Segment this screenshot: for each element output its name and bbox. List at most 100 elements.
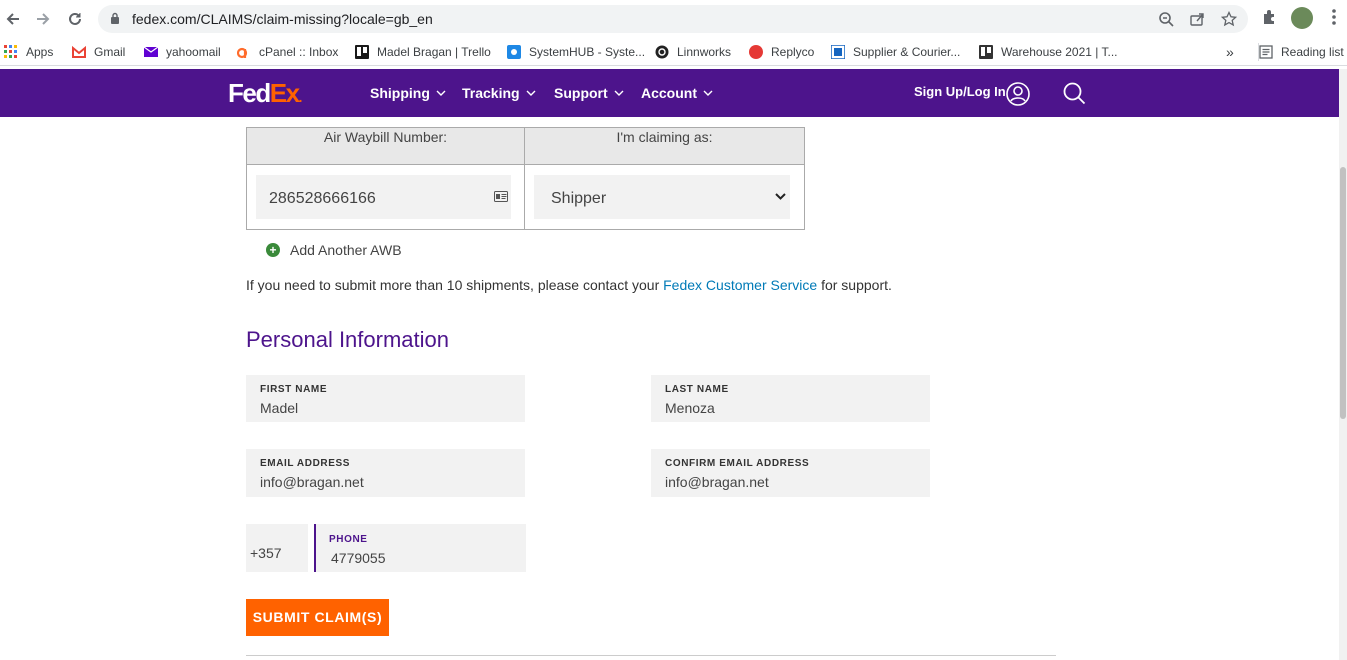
awb-table: Air Waybill Number: I'm claiming as: 286… <box>246 127 805 230</box>
chevron-down-icon <box>703 90 713 96</box>
more-bookmarks-icon: » <box>1226 44 1234 60</box>
bookmark-gmail[interactable]: Gmail <box>72 43 125 61</box>
bookmark-replyco[interactable]: Replyco <box>749 43 814 61</box>
trello-icon <box>355 45 369 59</box>
phone-value: 4779055 <box>331 550 386 566</box>
bookmark-label: Replyco <box>771 45 815 59</box>
email-field[interactable]: EMAIL ADDRESS info@bragan.net <box>246 449 525 497</box>
email-value: info@bragan.net <box>260 474 364 490</box>
confirm-email-label: CONFIRM EMAIL ADDRESS <box>665 458 810 469</box>
address-bar[interactable]: fedex.com/CLAIMS/claim-missing?locale=gb… <box>98 5 1248 33</box>
more-bookmarks-button[interactable]: » <box>1226 43 1234 61</box>
fedex-logo[interactable]: FedEx. <box>228 78 303 111</box>
nav-support[interactable]: Support <box>554 85 624 101</box>
yahoo-mail-icon <box>144 46 158 57</box>
notice-text-after: for support. <box>817 277 892 293</box>
profile-avatar[interactable] <box>1291 7 1313 29</box>
reading-list-icon <box>1259 45 1273 59</box>
first-name-field[interactable]: FIRST NAME Madel <box>246 375 525 422</box>
reading-list-button[interactable]: Reading list <box>1258 43 1344 61</box>
logo-ex: Ex <box>269 78 300 108</box>
bookmark-label: Warehouse 2021 | T... <box>1001 45 1118 59</box>
page-scrollbar[interactable] <box>1339 69 1347 660</box>
nav-account[interactable]: Account <box>641 85 713 101</box>
awb-number-input[interactable]: 286528666166 <box>256 175 511 219</box>
section-divider <box>246 655 1056 656</box>
phone-label: PHONE <box>329 534 368 545</box>
bookmark-systemhub[interactable]: SystemHUB - Syste... <box>507 43 645 61</box>
last-name-field[interactable]: LAST NAME Menoza <box>651 375 930 422</box>
chevron-down-icon <box>775 193 786 200</box>
nav-label: Account <box>641 85 697 101</box>
country-code-select[interactable]: +357 <box>246 524 308 572</box>
bookmark-cpanel[interactable]: cPanel :: Inbox <box>237 43 338 61</box>
back-button[interactable] <box>2 8 24 30</box>
personal-information-title: Personal Information <box>246 327 449 352</box>
nav-label: Support <box>554 85 608 101</box>
confirm-email-value: info@bragan.net <box>665 474 769 490</box>
first-name-value: Madel <box>260 400 299 416</box>
chevron-down-icon <box>526 90 536 96</box>
awb-number-header-label: Air Waybill Number: <box>323 129 448 145</box>
first-name-label: FIRST NAME <box>260 384 328 395</box>
awb-column-divider <box>524 128 525 229</box>
awb-number-value: 286528666166 <box>269 190 376 207</box>
scrollbar-thumb[interactable] <box>1340 167 1346 419</box>
id-card-icon <box>494 191 508 202</box>
replyco-icon <box>749 45 763 59</box>
claiming-as-select[interactable]: Shipper <box>534 175 790 219</box>
nav-tracking[interactable]: Tracking <box>462 85 536 101</box>
bookmark-label: Madel Bragan | Trello <box>377 45 491 59</box>
warehouse-trello-icon <box>979 45 993 59</box>
bookmark-warehouse[interactable]: Warehouse 2021 | T... <box>979 43 1118 61</box>
bookmark-label: Linnworks <box>677 45 732 59</box>
linnworks-icon <box>655 45 669 59</box>
awb-number-header: Air Waybill Number: <box>247 128 524 165</box>
submit-claims-button[interactable]: SUBMIT CLAIM(S) <box>246 599 389 636</box>
forward-button[interactable] <box>32 8 54 30</box>
last-name-value: Menoza <box>665 400 715 416</box>
nav-label: Tracking <box>462 85 520 101</box>
bookmarks-bar: Apps Gmail yahoomail cPanel :: Inbox Mad… <box>0 38 1347 66</box>
search-icon[interactable] <box>1063 82 1086 105</box>
notice-text-before: If you need to submit more than 10 shipm… <box>246 277 664 293</box>
systemhub-icon <box>507 45 521 59</box>
forward-arrow-icon <box>37 13 50 25</box>
country-code-value: +357 <box>250 545 282 561</box>
bookmark-trello[interactable]: Madel Bragan | Trello <box>355 43 491 61</box>
nav-label: Shipping <box>370 85 430 101</box>
plus-circle-icon: + <box>266 243 280 257</box>
bookmark-label: Apps <box>26 45 54 59</box>
sign-up-login-link[interactable]: Sign Up/Log In <box>914 84 1006 99</box>
chrome-menu-icon[interactable] <box>1331 8 1337 26</box>
bookmark-label: yahoomail <box>166 45 221 59</box>
supplier-icon <box>831 45 845 59</box>
nav-shipping[interactable]: Shipping <box>370 85 446 101</box>
bookmark-label: Supplier & Courier... <box>853 45 961 59</box>
add-another-awb-label: Add Another AWB <box>290 242 402 258</box>
share-icon[interactable] <box>1189 11 1205 27</box>
lock-icon <box>111 12 119 24</box>
confirm-email-field[interactable]: CONFIRM EMAIL ADDRESS info@bragan.net <box>651 449 930 497</box>
bookmark-supplier-courier[interactable]: Supplier & Courier... <box>831 43 960 61</box>
bookmark-apps[interactable]: Apps <box>4 43 53 61</box>
url-text: fedex.com/CLAIMS/claim-missing?locale=gb… <box>132 11 433 27</box>
bookmark-star-icon[interactable] <box>1221 11 1237 27</box>
add-another-awb-button[interactable]: + Add Another AWB <box>266 242 402 258</box>
bookmark-yahoomail[interactable]: yahoomail <box>144 43 221 61</box>
bookmark-linnworks[interactable]: Linnworks <box>655 43 731 61</box>
reading-list-label: Reading list <box>1281 45 1344 59</box>
zoom-icon[interactable] <box>1158 11 1174 27</box>
phone-field[interactable]: PHONE 4779055 <box>314 524 526 572</box>
logo-dot: . <box>298 89 303 105</box>
fedex-header: FedEx. Shipping Tracking Support Account… <box>0 69 1339 117</box>
last-name-label: LAST NAME <box>665 384 729 395</box>
bookmark-label: cPanel :: Inbox <box>259 45 339 59</box>
user-account-icon[interactable] <box>1006 82 1030 106</box>
extensions-puzzle-icon[interactable] <box>1262 8 1278 26</box>
claiming-as-header: I'm claiming as: <box>525 128 804 165</box>
customer-service-link[interactable]: Fedex Customer Service <box>663 277 817 293</box>
bookmark-label: Gmail <box>94 45 126 59</box>
apps-grid-icon <box>4 45 17 58</box>
reload-button[interactable] <box>64 8 86 30</box>
